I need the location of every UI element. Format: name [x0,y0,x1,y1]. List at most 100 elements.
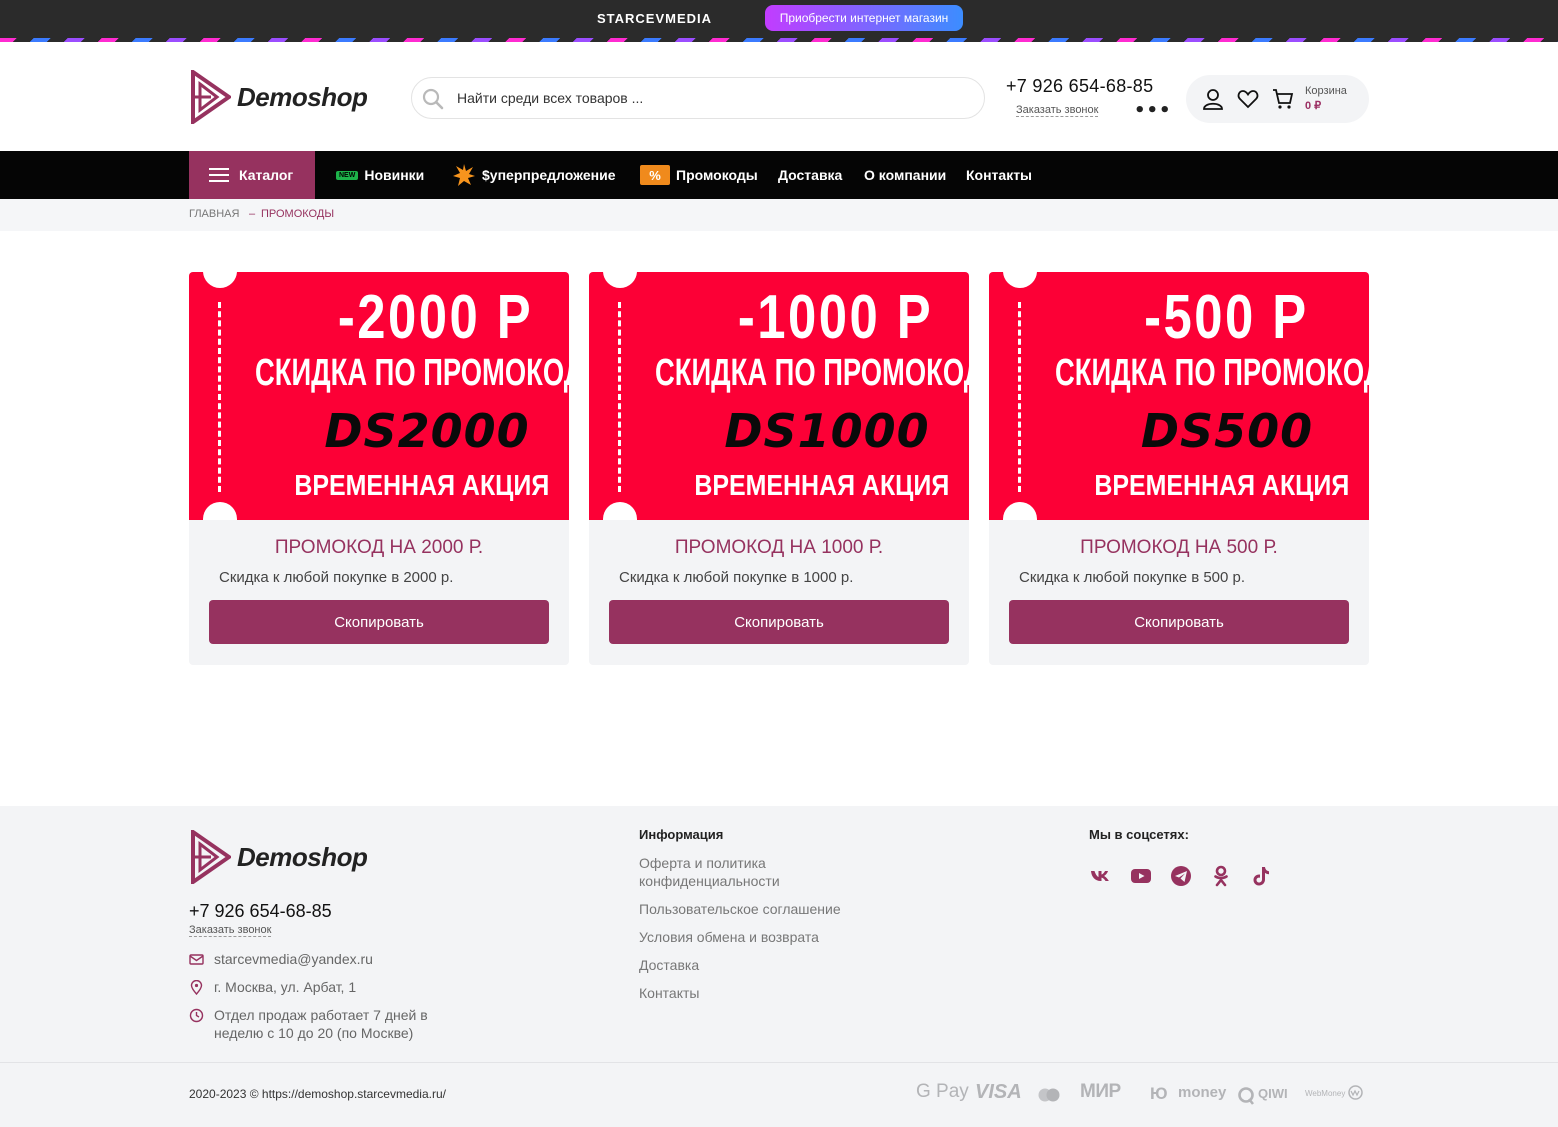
nav-item-label: Новинки [364,167,425,183]
nav-item-about[interactable]: О компании [864,151,946,199]
copy-button[interactable]: Скопировать [209,600,549,644]
heart-icon[interactable] [1237,88,1259,110]
nav-item-label: $уперпредложение [482,167,616,183]
hours-line-1: Отдел продаж работает 7 дней в [214,1007,428,1023]
percent-icon: % [640,165,670,185]
starcevmedia-brand[interactable]: STARCEVMEDIA [597,11,712,26]
footer-address: г. Москва, ул. Арбат, 1 [189,978,356,996]
promo-card: -500 Р СКИДКА ПО ПРОМОКОДУ DS500 ВРЕМЕНН… [989,272,1369,665]
buy-store-button[interactable]: Приобрести интернет магазин [765,5,963,31]
menu-icon [209,168,229,182]
info-link-delivery[interactable]: Доставка [639,956,839,974]
breadcrumb-current: Промокоды [261,208,335,220]
info-title: Информация [639,827,724,842]
info-link-contacts[interactable]: Контакты [639,984,839,1002]
ticket-perforation [618,302,621,492]
nav-item-new[interactable]: NEW Новинки [336,151,424,199]
odnoklassniki-icon[interactable] [1209,864,1233,888]
vk-icon[interactable] [1089,864,1113,888]
info-link-agreement[interactable]: Пользовательское соглашение [639,900,899,918]
telegram-icon[interactable] [1169,864,1193,888]
promo-code: DS1000 [724,404,930,458]
footer-address-text: г. Москва, ул. Арбат, 1 [214,979,357,995]
promo-card: -2000 Р СКИДКА ПО ПРОМОКОДУ DS2000 ВРЕМЕ… [189,272,569,665]
search-input[interactable] [457,78,967,118]
promo-subtitle: СКИДКА ПО ПРОМОКОДУ [255,352,569,394]
gpay-logo: G Pay [916,1081,969,1102]
header-phone[interactable]: +7 926 654-68-85 [1006,76,1153,97]
nav-item-superoffer[interactable]: $уперпредложение [452,151,616,199]
footer-hours-text: Отдел продаж работает 7 дней в неделю с … [214,1006,428,1042]
search-bar[interactable] [411,77,985,119]
location-pin-icon [190,980,203,995]
search-icon [422,88,444,110]
catalog-button[interactable]: Каталог [189,151,315,199]
user-icon[interactable] [1202,88,1224,110]
footer-email-text: starcevmedia@yandex.ru [214,951,373,967]
footer-logo[interactable]: Demoshop [191,830,368,884]
promo-action: ВРЕМЕННАЯ АКЦИЯ [294,470,550,502]
mastercard-icon [1038,1088,1060,1102]
promo-title: ПРОМОКОД НА 500 Р. [1080,537,1278,558]
ticket-notch [203,272,237,288]
promo-action: ВРЕМЕННАЯ АКЦИЯ [694,470,950,502]
cart-icon[interactable] [1272,88,1294,110]
ticket-perforation [1018,302,1021,492]
logo-text: Demoshop [237,81,368,112]
hours-line-2: неделю с 10 до 20 (по Москве) [214,1025,414,1041]
tiktok-icon[interactable] [1249,864,1273,888]
header-contacts: +7 926 654-68-85 Заказать звонок ••• [1006,76,1171,121]
more-menu-button[interactable]: ••• [1134,100,1172,121]
decorative-stripe [0,38,1558,42]
promo-code: DS2000 [324,404,530,458]
ticket-notch [603,272,637,288]
qiwi-icon [1238,1087,1255,1105]
star-burst-icon [453,164,475,186]
breadcrumb-home[interactable]: Главная [189,208,239,220]
cart-label[interactable]: Корзина [1305,85,1347,97]
footer-email[interactable]: starcevmedia@yandex.ru [189,950,373,968]
ticket-notch [603,502,637,520]
youtube-icon[interactable] [1129,864,1153,888]
copy-button[interactable]: Скопировать [609,600,949,644]
nav-item-promocodes[interactable]: % Промокоды [640,151,758,199]
promo-code: DS500 [1140,404,1314,458]
ticket-notch [1003,502,1037,520]
top-promo-bar: STARCEVMEDIA Приобрести интернет магазин [0,0,1558,42]
visa-logo: VISA [975,1081,1022,1103]
promo-amount: -2000 Р [337,283,533,352]
breadcrumb-separator: – [249,208,256,220]
nav-item-delivery[interactable]: Доставка [778,151,842,199]
new-badge-icon: NEW [336,170,359,180]
promo-title: ПРОМОКОД НА 2000 Р. [274,537,484,558]
user-actions: Корзина 0 ₽ [1186,75,1369,123]
nav-item-label: Промокоды [676,167,758,183]
promo-banner: -2000 Р СКИДКА ПО ПРОМОКОДУ DS2000 ВРЕМЕ… [189,272,569,520]
footer-divider [0,1062,1558,1063]
promo-description: Скидка к любой покупке в 1000 р. [619,569,854,586]
copy-button[interactable]: Скопировать [1009,600,1349,644]
callback-link[interactable]: Заказать звонок [1016,104,1099,117]
yoomoney-mark-icon: Ю [1150,1084,1168,1103]
logo-mark-icon [191,70,231,124]
info-link-returns[interactable]: Условия обмена и возврата [639,928,839,946]
ticket-notch [203,502,237,520]
logo-mark-icon [191,830,231,884]
promo-description: Скидка к любой покупке в 2000 р. [219,569,454,586]
cart-sum: 0 ₽ [1305,100,1322,112]
social-title: Мы в соцсетях: [1089,827,1189,842]
nav-item-contacts[interactable]: Контакты [966,151,1032,199]
promo-amount: -500 Р [1144,283,1309,352]
footer-callback-link[interactable]: Заказать звонок [189,924,272,937]
info-link-offer[interactable]: Оферта и политика конфиденциальности [639,854,809,890]
copyright: 2020-2023 © https://demoshop.starcevmedi… [189,1087,446,1101]
footer-hours: Отдел продаж работает 7 дней в неделю с … [189,1006,428,1042]
promo-banner: -1000 Р СКИДКА ПО ПРОМОКОДУ DS1000 ВРЕМЕ… [589,272,969,520]
webmoney-logo: WebMoney [1305,1089,1346,1098]
header-logo[interactable]: Demoshop [191,70,368,124]
promo-title: ПРОМОКОД НА 1000 Р. [674,537,884,558]
logo-text: Demoshop [237,841,368,872]
promo-description: Скидка к любой покупке в 500 р. [1019,569,1246,586]
footer-phone[interactable]: +7 926 654-68-85 [189,901,332,922]
catalog-label: Каталог [239,167,294,183]
